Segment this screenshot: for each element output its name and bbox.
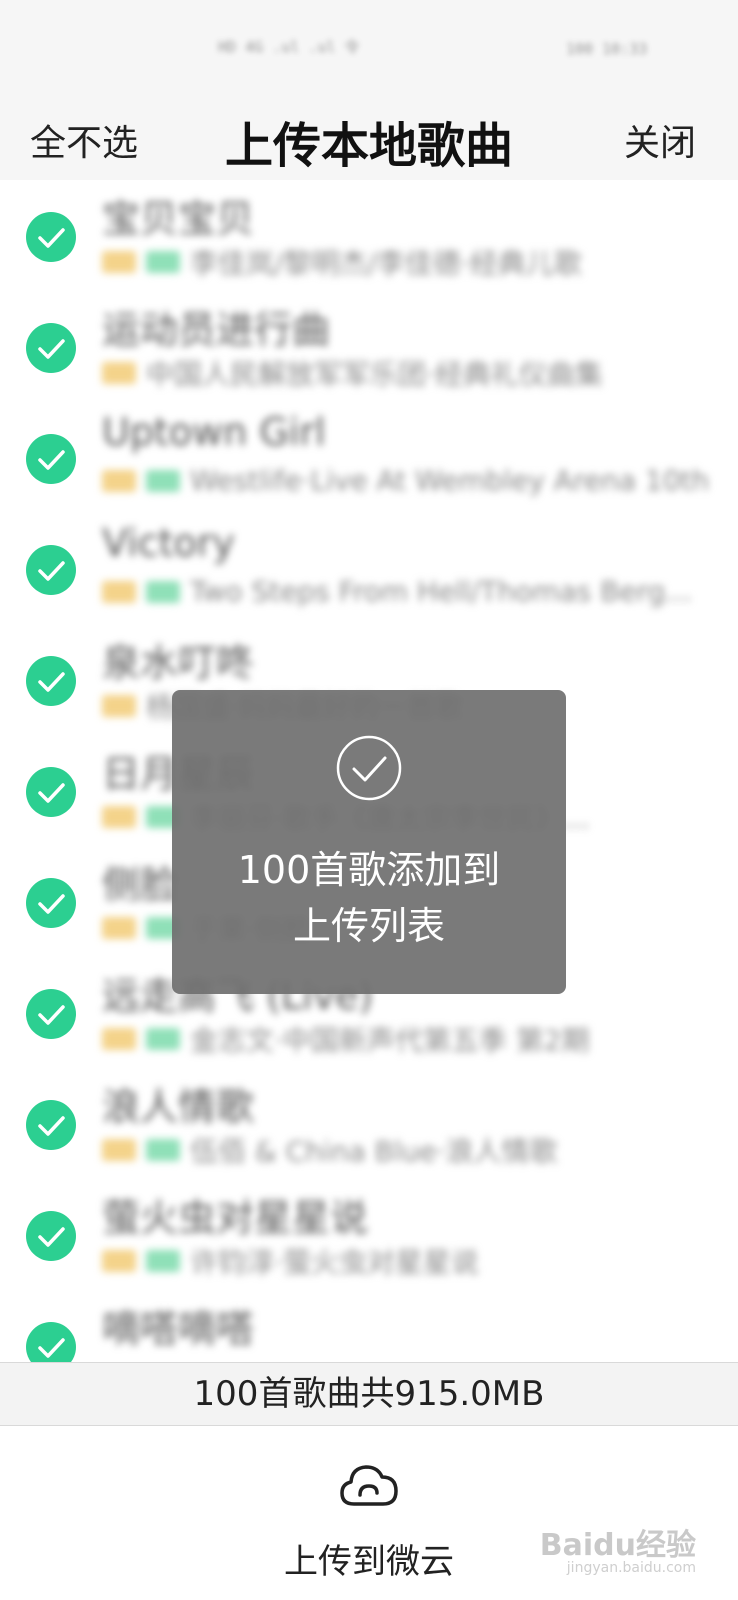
sq-quality-badge: [102, 1028, 136, 1050]
check-circle-icon: [336, 735, 402, 801]
selected-check-icon[interactable]: [26, 212, 76, 262]
signal-indicators: HD 4G .ul .ul 令: [218, 38, 360, 56]
song-title: 运动员进行曲: [102, 308, 331, 352]
sq-quality-badge: [102, 1250, 136, 1272]
song-subtitle: 李佳岚/黎明杰/李佳德·经典儿歌: [102, 242, 712, 276]
toast-line-2: 上传列表: [292, 904, 445, 948]
song-title: 泉水叮咚: [102, 641, 255, 685]
sq-quality-badge: [102, 806, 136, 828]
selected-check-icon[interactable]: [26, 545, 76, 595]
song-row[interactable]: 萤火虫对星星说许钧淳·萤火虫对星星说: [0, 1179, 738, 1293]
close-button[interactable]: 关闭: [624, 114, 696, 166]
sq-quality-badge: [102, 362, 136, 384]
baidu-watermark: Baidu经验: [539, 1528, 696, 1563]
song-artist-album: Westlife·Live At Wembley Arena 10th...: [190, 464, 712, 497]
sq-quality-badge: [102, 1139, 136, 1161]
sq-quality-badge: [102, 695, 136, 717]
selected-check-icon[interactable]: [26, 1322, 76, 1362]
hq-quality-badge: [146, 580, 180, 603]
song-row[interactable]: 运动员进行曲中国人民解放军军乐团·经典礼仪曲集: [0, 291, 738, 405]
song-artist-album: 伍佰 & China Blue·浪人情歌: [190, 1135, 558, 1164]
hq-quality-badge: [146, 1250, 180, 1272]
song-row[interactable]: 嘀嗒嘀嗒: [0, 1290, 738, 1362]
sq-quality-badge: [102, 469, 136, 492]
song-artist-album: 李佳岚/黎明杰/李佳德·经典儿歌: [190, 247, 582, 276]
selected-check-icon[interactable]: [26, 989, 76, 1039]
song-subtitle: 伍佰 & China Blue·浪人情歌: [102, 1130, 712, 1164]
baidu-watermark-url: jingyan.baidu.com: [566, 1560, 696, 1576]
song-subtitle: 金志文·中国新声代第五季 第2期: [102, 1019, 712, 1053]
selected-check-icon[interactable]: [26, 767, 76, 817]
header: 全不选 上传本地歌曲 关闭: [0, 100, 738, 180]
song-row[interactable]: 宝贝宝贝李佳岚/黎明杰/李佳德·经典儿歌: [0, 180, 738, 294]
song-title: Uptown Girl: [102, 410, 326, 454]
hq-quality-badge: [146, 1028, 180, 1050]
selected-check-icon[interactable]: [26, 656, 76, 706]
song-title: 侧脸: [102, 863, 179, 907]
cloud-icon: [340, 1465, 398, 1506]
song-title: 嘀嗒嘀嗒: [102, 1307, 255, 1351]
song-title: 浪人情歌: [102, 1085, 255, 1129]
selected-check-icon[interactable]: [26, 878, 76, 928]
song-row[interactable]: Victory Two Steps From Hell/Thomas Berg..…: [0, 513, 738, 627]
selected-check-icon[interactable]: [26, 1100, 76, 1150]
song-title: 萤火虫对星星说: [102, 1196, 369, 1240]
selection-summary: 100首歌曲共915.0MB: [0, 1362, 738, 1426]
sq-quality-badge: [102, 580, 136, 603]
success-toast: 100首歌添加到 上传列表: [172, 690, 566, 994]
song-subtitle: 中国人民解放军军乐团·经典礼仪曲集: [102, 353, 712, 387]
song-title: 宝贝宝贝: [102, 197, 255, 241]
status-bar: HD 4G .ul .ul 令 100 10:33: [0, 0, 738, 100]
song-subtitle: Two Steps From Hell/Thomas Berg...: [102, 575, 712, 609]
sq-quality-badge: [102, 917, 136, 939]
song-artist-album: 中国人民解放军军乐团·经典礼仪曲集: [146, 358, 603, 387]
toast-line-1: 100首歌添加到: [237, 848, 501, 892]
hq-quality-badge: [146, 469, 180, 492]
song-artist-album: 许钧淳·萤火虫对星星说: [190, 1246, 479, 1275]
song-subtitle: 许钧淳·萤火虫对星星说: [102, 1241, 712, 1275]
selected-check-icon[interactable]: [26, 1211, 76, 1261]
song-row[interactable]: 浪人情歌伍佰 & China Blue·浪人情歌: [0, 1068, 738, 1182]
battery-time: 100 10:33: [566, 40, 648, 58]
song-row[interactable]: Uptown Girl Westlife·Live At Wembley Aren…: [0, 402, 738, 516]
sq-quality-badge: [102, 251, 136, 273]
song-artist-album: Two Steps From Hell/Thomas Berg...: [190, 575, 693, 608]
hq-quality-badge: [146, 1139, 180, 1161]
song-subtitle: Westlife·Live At Wembley Arena 10th...: [102, 464, 712, 498]
selected-check-icon[interactable]: [26, 434, 76, 484]
hq-quality-badge: [146, 251, 180, 273]
selected-check-icon[interactable]: [26, 323, 76, 373]
song-artist-album: 金志文·中国新声代第五季 第2期: [190, 1024, 590, 1053]
song-title: Victory: [102, 521, 235, 565]
